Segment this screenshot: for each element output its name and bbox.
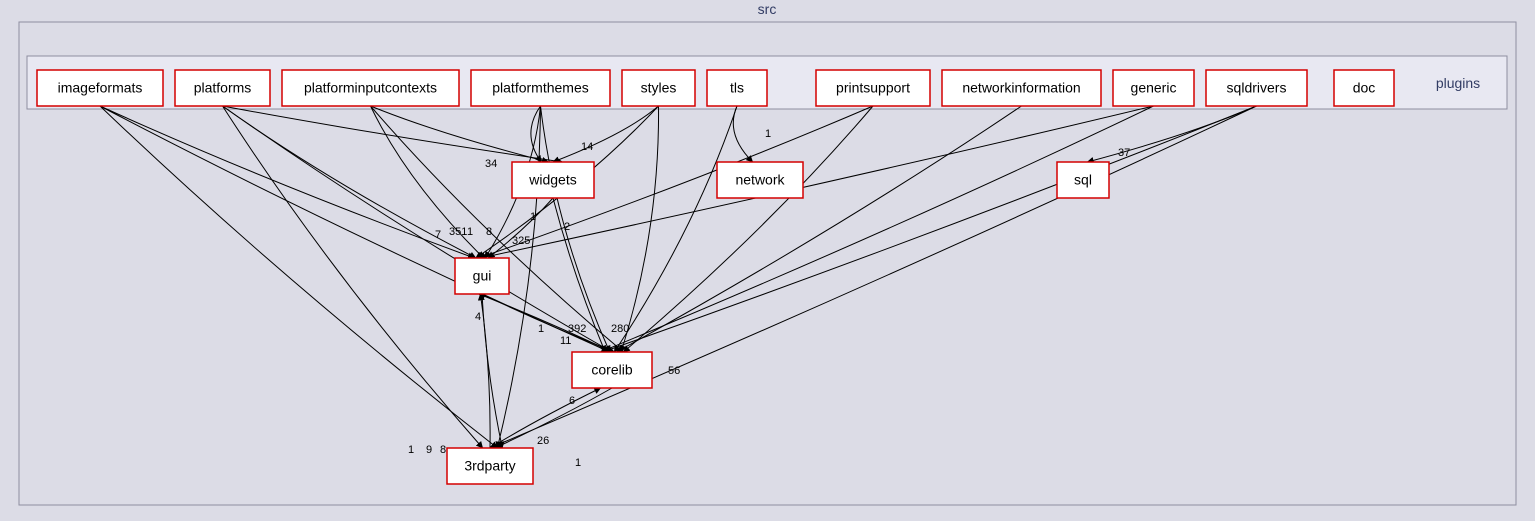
node-tls[interactable]: tls — [707, 70, 767, 106]
node-label-widgets: widgets — [528, 172, 576, 188]
edge-label-platforminputcontexts-gui: 8 — [486, 226, 492, 238]
edge-styles-corelib — [621, 106, 658, 352]
edge-label-corelib-thirdparty: 26 — [537, 435, 549, 447]
node-label-sql: sql — [1074, 172, 1092, 188]
edge-label-widgets-corelib: 2 — [564, 221, 570, 233]
edge-label-gui-corelib: 392 — [568, 323, 586, 335]
edge-platforms-thirdparty — [223, 106, 483, 448]
node-label-gui: gui — [473, 268, 492, 284]
edge-tls-corelib — [614, 106, 737, 352]
plugins-label[interactable]: plugins — [1436, 75, 1480, 91]
edge-label-platformthemes-widgets: 34 — [485, 158, 497, 170]
edge-platforms-corelib — [223, 106, 613, 352]
edge-label-platformthemes-gui: 325 — [512, 235, 530, 247]
edge-label-sqldrivers-sql: 37 — [1118, 147, 1130, 159]
edge-styles-widgets — [553, 106, 659, 162]
node-imageformats[interactable]: imageformats — [37, 70, 163, 106]
edge-imageformats-gui — [100, 106, 474, 258]
edge-label-sqldrivers-corelib: 56 — [668, 365, 680, 377]
node-generic[interactable]: generic — [1113, 70, 1194, 106]
edge-label-styles-gui: 1 — [467, 226, 473, 238]
edge-label-platforms-thirdparty: 9 — [426, 444, 432, 456]
node-sql[interactable]: sql — [1057, 162, 1109, 198]
edge-label-imageformats-gui: 7 — [435, 229, 441, 241]
node-platforminputcontexts[interactable]: platforminputcontexts — [282, 70, 459, 106]
edge-sqldrivers-sql — [1087, 106, 1256, 162]
edge-gui-thirdparty — [482, 294, 502, 448]
node-network[interactable]: network — [717, 162, 803, 198]
edge-label-styles-corelib: 280 — [611, 323, 629, 335]
edge-label-gui-thirdparty: 4 — [475, 311, 481, 323]
node-label-thirdparty: 3rdparty — [464, 458, 515, 474]
node-label-imageformats: imageformats — [58, 80, 143, 96]
edge-label-thirdparty-corelib: 6 — [569, 395, 575, 407]
node-sqldrivers[interactable]: sqldrivers — [1206, 70, 1307, 106]
node-thirdparty[interactable]: 3rdparty — [447, 448, 533, 484]
edge-corelib-thirdparty — [495, 388, 612, 448]
node-networkinformation[interactable]: networkinformation — [942, 70, 1101, 106]
edge-label-corelib-gui: 1 — [538, 323, 544, 335]
node-styles[interactable]: styles — [622, 70, 695, 106]
edge-networkinformation-corelib — [617, 106, 1022, 352]
dependency-graph: src plugins imageformats platforms platfor… — [0, 0, 1535, 521]
node-platformthemes[interactable]: platformthemes — [471, 70, 610, 106]
edge-label-platforms-gui: 351 — [449, 226, 467, 238]
node-label-doc: doc — [1353, 80, 1376, 96]
edge-label-platformthemes-thirdparty: 8 — [440, 444, 446, 456]
edge-label-widgets-gui: 1 — [530, 211, 536, 223]
node-printsupport[interactable]: printsupport — [816, 70, 930, 106]
edge-label-sqldrivers-thirdparty: 1 — [575, 457, 581, 469]
edge-sqldrivers-corelib — [603, 106, 1257, 352]
edge-sqldrivers-thirdparty — [490, 106, 1257, 448]
edge-imageformats-corelib — [100, 106, 610, 352]
edge-label-styles-widgets: 14 — [581, 141, 593, 153]
node-label-tls: tls — [730, 80, 744, 96]
node-label-platforminputcontexts: platforminputcontexts — [304, 80, 437, 96]
node-gui[interactable]: gui — [455, 258, 509, 294]
node-platforms[interactable]: platforms — [175, 70, 270, 106]
node-widgets[interactable]: widgets — [512, 162, 594, 198]
node-label-platformthemes: platformthemes — [492, 80, 588, 96]
edge-tls-network — [733, 106, 752, 162]
node-corelib[interactable]: corelib — [572, 352, 652, 388]
parent-dir-label[interactable]: src — [758, 1, 777, 17]
node-label-platforms: platforms — [194, 80, 252, 96]
node-label-styles: styles — [641, 80, 677, 96]
node-doc[interactable]: doc — [1334, 70, 1394, 106]
node-label-network: network — [735, 172, 785, 188]
edge-platformthemes-corelib — [541, 106, 610, 352]
edge-generic-corelib — [601, 106, 1154, 352]
node-label-corelib: corelib — [591, 362, 632, 378]
edge-label-imageformats-thirdparty: 1 — [408, 444, 414, 456]
edge-thirdparty-gui — [480, 294, 490, 448]
node-label-printsupport: printsupport — [836, 80, 910, 96]
edge-printsupport-corelib — [623, 106, 873, 352]
edge-label-tls-network: 1 — [765, 128, 771, 140]
node-label-sqldrivers: sqldrivers — [1227, 80, 1287, 96]
edge-label-thirdparty-gui: 11 — [560, 335, 571, 347]
node-label-networkinformation: networkinformation — [962, 80, 1080, 96]
node-label-generic: generic — [1131, 80, 1177, 96]
